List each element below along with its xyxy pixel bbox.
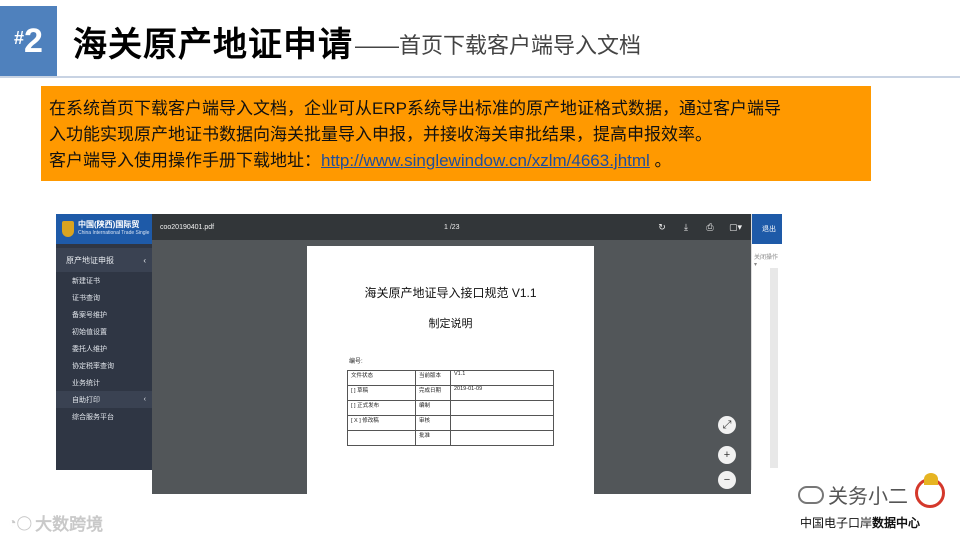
table-cell: 2019-01-09 (450, 385, 554, 401)
fit-page-icon[interactable]: ⤢ (718, 416, 736, 434)
manual-download-link[interactable]: http://www.singlewindow.cn/xzlm/4663.jht… (321, 151, 650, 170)
table-cell: 编制 (415, 400, 451, 416)
sidebar-item-defaults[interactable]: 初始值设置 (56, 323, 152, 340)
table-cell (450, 415, 554, 431)
watermark-icon: ◔◯ (8, 514, 33, 530)
table-cell: 当前版本 (415, 370, 451, 386)
brand-name: 关务小二 (828, 486, 908, 508)
slide-subtitle: ——首页下载客户端导入文档 (355, 33, 642, 58)
exit-label: 退出 (762, 226, 776, 233)
info-link-suffix: 。 (649, 151, 672, 170)
sidebar-group-coo[interactable]: 原产地证申报 ‹ (56, 248, 152, 272)
scrollbar[interactable] (770, 268, 778, 468)
info-link-prefix: 客户端导入使用操作手册下载地址： (49, 151, 321, 170)
info-line-1: 在系统首页下载客户端导入文档，企业可从ERP系统导出标准的原产地证格式数据，通过… (49, 99, 781, 118)
logo-subtitle: China International Trade Single (78, 230, 150, 236)
app-logo: 中国(陕西)国际贸 China International Trade Sing… (56, 214, 152, 244)
watermark: ◔◯ 大数跨境 (8, 510, 103, 535)
sidebar-item-stats[interactable]: 业务统计 (56, 374, 152, 391)
sidebar: 中国(陕西)国际贸 China International Trade Sing… (56, 214, 152, 470)
sidebar-item-principal[interactable]: 委托人维护 (56, 340, 152, 357)
watermark-text: 大数跨境 (35, 515, 104, 534)
pdf-filename: coo20190401.pdf (160, 223, 215, 231)
sidebar-item-tariff[interactable]: 协定税率查询 (56, 357, 152, 374)
sidebar-group-print[interactable]: 自助打印 ‹ (56, 391, 152, 408)
close-operation-menu[interactable]: 关闭操作 ▾ (754, 252, 782, 268)
table-cell (450, 430, 554, 446)
table-row: [ ] 正式发布 编制 (347, 400, 554, 416)
logo-title: 中国(陕西)国际贸 (78, 220, 140, 229)
download-icon[interactable]: ⤓ (681, 222, 691, 232)
table-row: [ X ] 修改稿 审核 (347, 415, 554, 431)
title-divider (0, 76, 960, 78)
table-cell: 文件状态 (347, 370, 416, 386)
table-cell (450, 400, 554, 416)
table-row: 文件状态 当前版本 V1.1 (347, 370, 554, 386)
org-name-b: 数据中心 (872, 516, 921, 530)
table-cell: V1.1 (450, 370, 554, 386)
doc-subtitle: 制定说明 (428, 318, 473, 330)
table-cell (347, 430, 416, 446)
table-row: 批准 (347, 430, 554, 446)
customs-emblem-icon (915, 473, 945, 508)
slide-title-area: 海关原产地证申请 ——首页下载客户端导入文档 (57, 6, 960, 76)
app-screenshot: 中国(陕西)国际贸 China International Trade Sing… (56, 214, 782, 494)
pdf-viewer: coo20190401.pdf 1 /23 ↻ ⤓ ⎙ ▢▾ 海关原产地证导入接… (152, 214, 751, 494)
sidebar-group-print-label: 自助打印 (72, 396, 100, 404)
info-line-3: 客户端导入使用操作手册下载地址：http://www.singlewindow.… (49, 148, 871, 174)
table-cell: [ ] 草稿 (347, 385, 416, 401)
org-name: 中国电子口岸数据中心 (800, 514, 920, 531)
wechat-icon (798, 485, 824, 504)
pdf-page: 海关原产地证导入接口规范 V1.1 制定说明 编号: 文件状态 当前版本 V1.… (307, 246, 594, 494)
section-number: 2 (24, 21, 43, 60)
slide-title: 海关原产地证申请 (73, 25, 353, 64)
table-cell: [ ] 正式发布 (347, 400, 416, 416)
print-icon[interactable]: ⎙ (705, 222, 715, 232)
sidebar-group-label: 原产地证申报 (66, 255, 114, 265)
exit-button[interactable]: 退出 (752, 214, 782, 244)
org-name-a: 中国电子口岸 (800, 516, 873, 530)
doc-number-label: 编号: (349, 359, 363, 365)
sidebar-item-new[interactable]: 新建证书 (56, 272, 152, 289)
brand-logo: 关务小二 中国电子口岸数据中心 (790, 473, 960, 536)
page-counter: 1 /23 (444, 223, 460, 231)
chevron-left-icon: ‹ (143, 396, 146, 403)
info-callout: 在系统首页下载客户端导入文档，企业可从ERP系统导出标准的原产地证格式数据，通过… (41, 86, 871, 181)
doc-title: 海关原产地证导入接口规范 V1.1 (364, 286, 537, 300)
pdf-toolbar: coo20190401.pdf 1 /23 ↻ ⤓ ⎙ ▢▾ (152, 214, 751, 240)
info-line-2: 入功能实现原产地证书数据向海关批量导入申报，并接收海关审批结果，提高申报效率。 (49, 125, 712, 144)
chevron-left-icon: ‹ (143, 255, 146, 265)
bookmark-icon[interactable]: ▢▾ (729, 222, 742, 232)
right-panel: 退出 关闭操作 ▾ (751, 214, 782, 470)
section-hash: # (14, 27, 25, 48)
sidebar-item-query[interactable]: 证书查询 (56, 289, 152, 306)
table-cell: 完成日期 (415, 385, 451, 401)
table-row: [ ] 草稿 完成日期 2019-01-09 (347, 385, 554, 401)
table-cell: [ X ] 修改稿 (347, 415, 416, 431)
doc-status-table: 文件状态 当前版本 V1.1 [ ] 草稿 完成日期 2019-01-09 [ … (347, 370, 554, 446)
table-cell: 审核 (415, 415, 451, 431)
sidebar-item-record[interactable]: 备案号维护 (56, 306, 152, 323)
section-number-badge: # 2 (0, 6, 57, 76)
rotate-icon[interactable]: ↻ (657, 222, 667, 232)
emblem-icon (62, 221, 74, 237)
zoom-in-icon[interactable]: + (718, 446, 736, 464)
sidebar-item-platform[interactable]: 综合服务平台 (56, 408, 152, 425)
table-cell: 批准 (415, 430, 451, 446)
zoom-out-icon[interactable]: − (718, 471, 736, 489)
